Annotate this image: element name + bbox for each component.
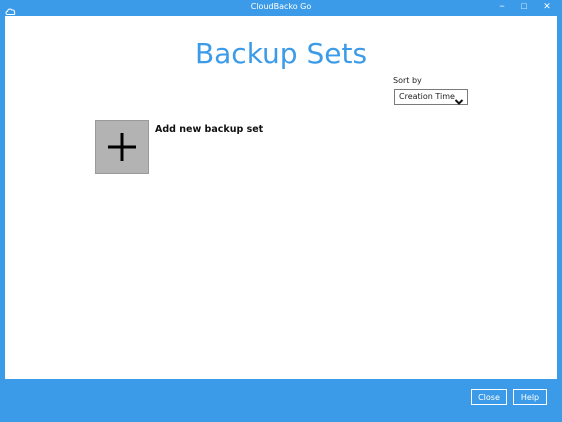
minimize-button[interactable]: − <box>491 0 513 14</box>
app-window: CloudBacko Go − □ ✕ Backup Sets Sort by … <box>0 0 562 422</box>
close-window-button[interactable]: ✕ <box>536 0 558 14</box>
maximize-button[interactable]: □ <box>513 0 535 14</box>
add-backup-set-button[interactable] <box>95 120 149 174</box>
window-title: CloudBacko Go <box>250 2 312 11</box>
plus-icon <box>108 133 136 161</box>
footer-bar: Close Help <box>0 379 562 422</box>
sort-selected-value: Creation Time <box>399 92 455 101</box>
main-panel: Backup Sets Sort by Creation Time Add ne… <box>5 16 557 379</box>
help-button[interactable]: Help <box>513 389 547 405</box>
close-button[interactable]: Close <box>471 389 507 405</box>
page-title: Backup Sets <box>194 37 368 70</box>
title-bar[interactable]: CloudBacko Go − □ ✕ <box>0 0 562 16</box>
chevron-down-icon <box>454 93 464 105</box>
sort-dropdown[interactable]: Creation Time <box>394 89 468 105</box>
add-backup-set-link[interactable]: Add new backup set <box>155 124 263 135</box>
sort-label: Sort by <box>393 76 422 85</box>
